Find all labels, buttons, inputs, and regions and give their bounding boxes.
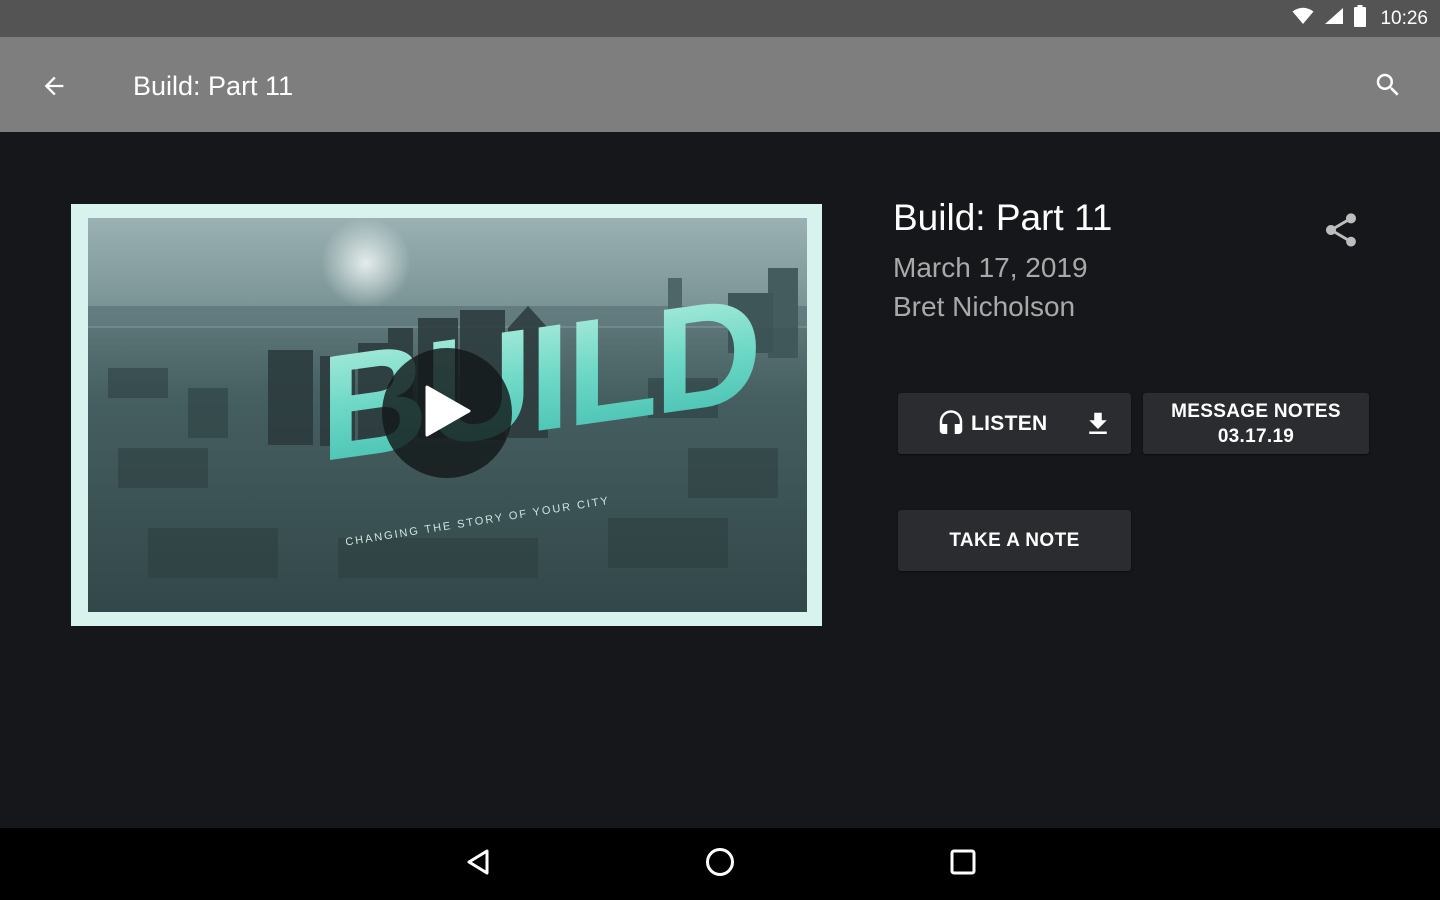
back-button[interactable] [30, 64, 78, 112]
home-circle-icon [704, 846, 736, 883]
message-detail: BUILD CHANGING THE STORY OF YOUR CITY Bu… [0, 132, 1440, 828]
take-a-note-label: TAKE A NOTE [949, 529, 1080, 551]
take-a-note-button[interactable]: TAKE A NOTE [898, 510, 1131, 571]
status-bar: 10:26 [0, 0, 1440, 37]
headphones-icon [935, 409, 967, 439]
listen-label: LISTEN [971, 411, 1048, 435]
nav-recents-button[interactable] [941, 842, 985, 886]
message-date: March 17, 2019 [893, 252, 1088, 283]
message-speaker: Bret Nicholson [893, 291, 1076, 322]
nav-back-button[interactable] [456, 842, 500, 886]
app-bar-title: Build: Part 11 [133, 71, 294, 101]
download-icon[interactable] [1082, 408, 1114, 440]
search-button[interactable] [1364, 63, 1412, 111]
search-icon [1373, 70, 1403, 105]
wifi-icon [1292, 7, 1314, 30]
recents-square-icon [949, 848, 977, 881]
message-notes-button[interactable]: MESSAGE NOTES 03.17.19 [1143, 393, 1369, 454]
system-nav-bar [0, 828, 1440, 900]
message-notes-label: MESSAGE NOTES [1171, 400, 1341, 422]
status-time: 10:26 [1380, 7, 1428, 29]
status-icons: 10:26 [1292, 5, 1428, 32]
listen-button[interactable]: LISTEN [898, 393, 1131, 454]
battery-icon [1354, 5, 1367, 32]
message-title: Build: Part 11 [893, 197, 1113, 238]
video-thumbnail[interactable]: BUILD CHANGING THE STORY OF YOUR CITY [88, 218, 807, 612]
share-button[interactable] [1316, 207, 1366, 257]
video-thumbnail-frame[interactable]: BUILD CHANGING THE STORY OF YOUR CITY [71, 204, 822, 626]
play-icon [423, 385, 471, 442]
back-triangle-icon [463, 847, 493, 882]
signal-icon [1324, 7, 1344, 30]
arrow-back-icon [40, 72, 68, 105]
share-icon [1321, 210, 1361, 255]
message-notes-date: 03.17.19 [1217, 425, 1295, 447]
app-bar: Build: Part 11 [0, 37, 1440, 132]
play-button[interactable] [382, 348, 512, 478]
nav-home-button[interactable] [698, 842, 742, 886]
